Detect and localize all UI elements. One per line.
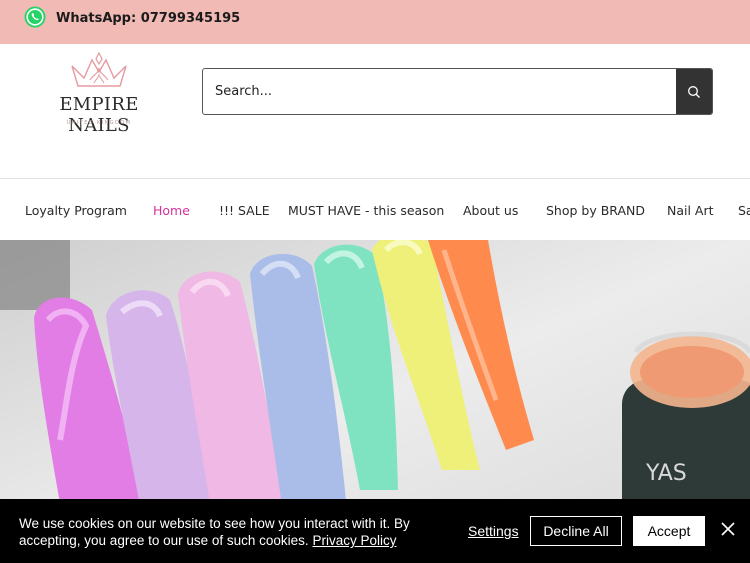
- close-icon[interactable]: [719, 520, 737, 538]
- nav-item-home[interactable]: Home: [153, 203, 190, 218]
- whatsapp-icon[interactable]: [23, 5, 47, 29]
- logo-tagline: UNITED KINGDOM: [66, 120, 132, 126]
- search-input[interactable]: [203, 69, 677, 114]
- site-logo[interactable]: EMPIRE NAILS UNITED KINGDOM: [30, 50, 168, 136]
- cookie-consent-banner: We use cookies on our website to see how…: [0, 499, 750, 563]
- cookie-message: We use cookies on our website to see how…: [19, 515, 419, 549]
- privacy-policy-link[interactable]: Privacy Policy: [312, 533, 396, 548]
- accept-button[interactable]: Accept: [633, 516, 705, 546]
- nav-item-about-us[interactable]: About us: [463, 203, 518, 218]
- nav-item-overflow[interactable]: Sa: [738, 203, 750, 218]
- search-bar: [202, 68, 713, 115]
- nav-item-nail-art[interactable]: Nail Art: [667, 203, 714, 218]
- nav-item-loyalty-program[interactable]: Loyalty Program: [25, 203, 127, 218]
- jar-label: YAS: [645, 461, 687, 486]
- search-button[interactable]: [676, 69, 712, 114]
- nav-item-sale[interactable]: !!! SALE: [219, 203, 270, 218]
- main-navigation: Loyalty Program Home !!! SALE MUST HAVE …: [0, 179, 750, 240]
- whatsapp-contact-text[interactable]: WhatsApp: 07799345195: [56, 11, 240, 26]
- logo-wordmark: EMPIRE NAILS: [59, 94, 139, 136]
- search-icon: [688, 85, 700, 98]
- cookie-settings-link[interactable]: Settings: [468, 523, 519, 539]
- nav-item-shop-by-brand[interactable]: Shop by BRAND: [546, 203, 645, 218]
- nav-item-must-have[interactable]: MUST HAVE - this season: [288, 203, 444, 218]
- decline-all-button[interactable]: Decline All: [530, 516, 622, 546]
- crown-icon: [71, 51, 127, 87]
- top-announcement-bar: WhatsApp: 07799345195: [0, 0, 750, 44]
